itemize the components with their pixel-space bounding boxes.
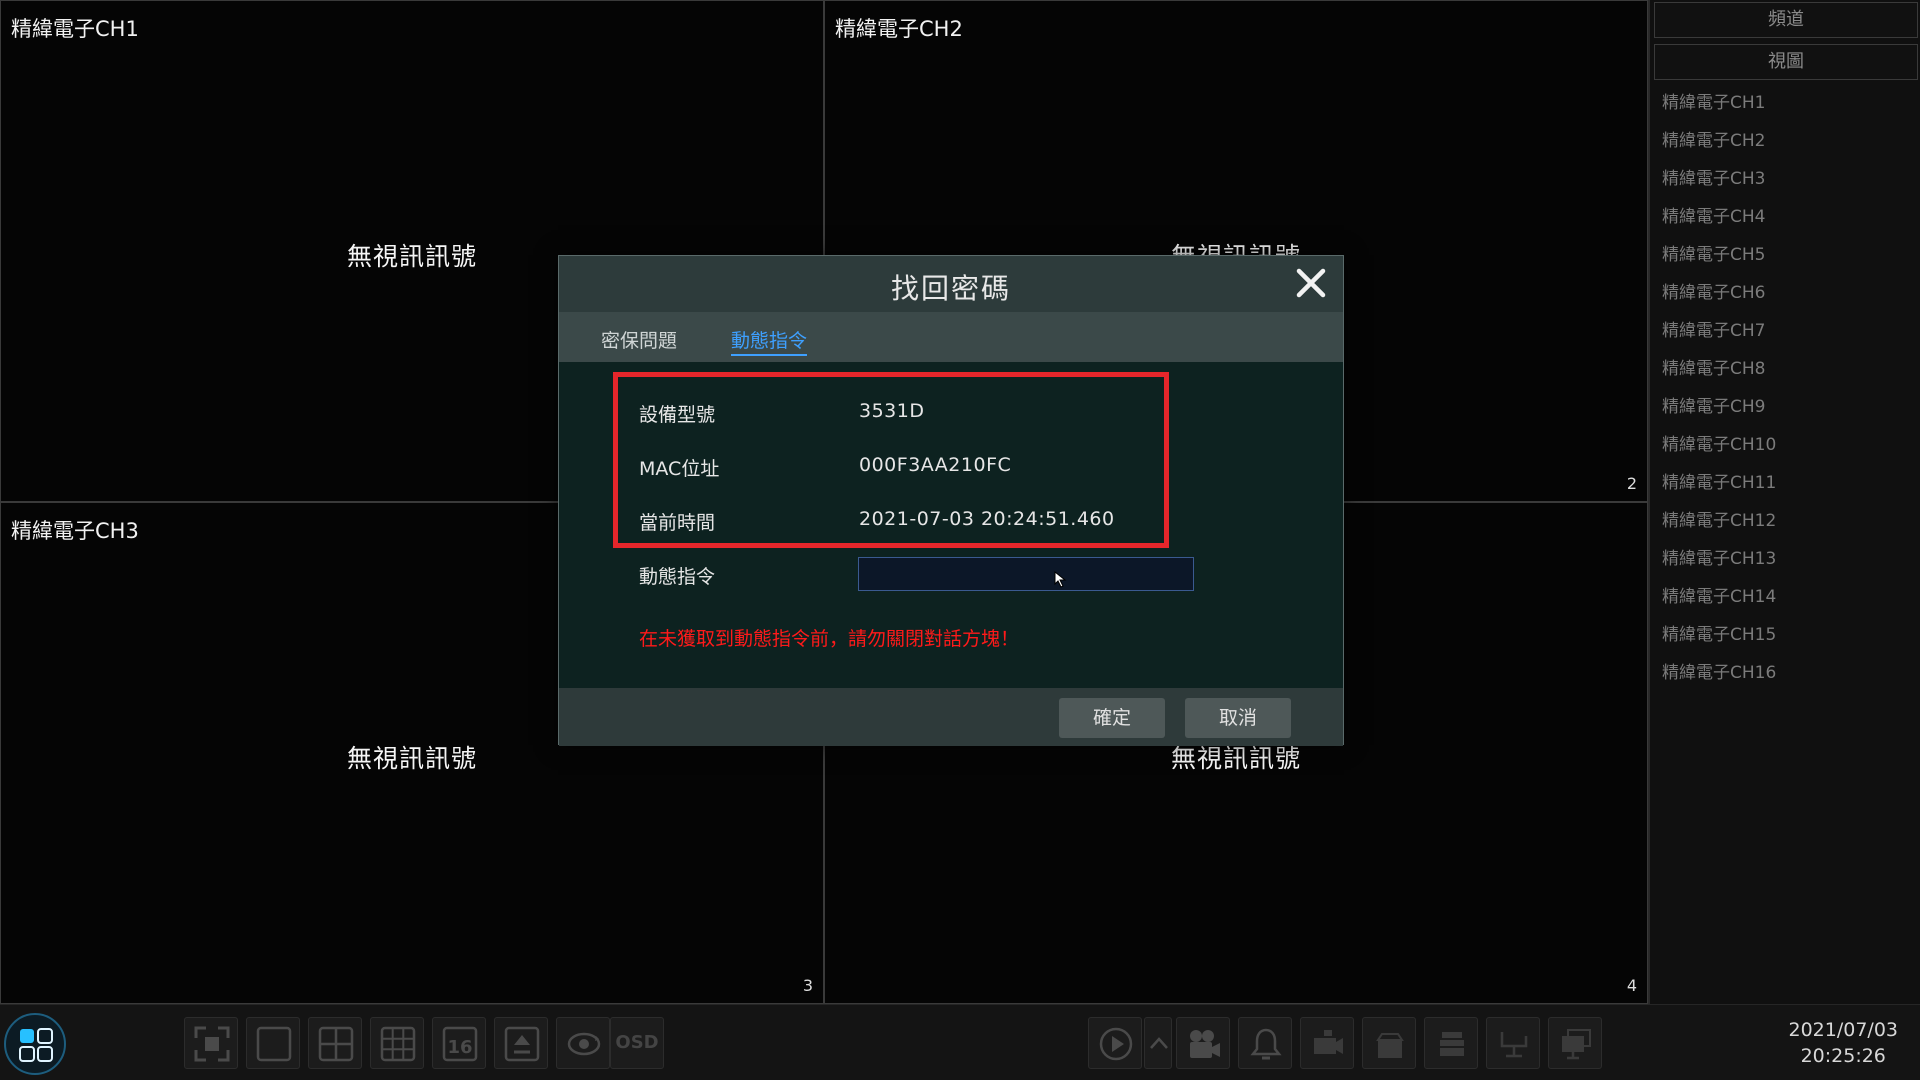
close-icon: [1296, 268, 1326, 298]
channel-list-item[interactable]: 精緯電子CH7: [1662, 316, 1776, 354]
backup-button[interactable]: [1424, 1017, 1478, 1069]
grid-menu-icon: [19, 1028, 53, 1062]
device-model-value: 3531D: [859, 400, 925, 422]
layout-16-button[interactable]: 16: [432, 1017, 486, 1069]
storage-icon: [1376, 1033, 1404, 1058]
dialog-title: 找回密碼: [890, 272, 1011, 305]
device-model-label: 設備型號: [639, 404, 716, 426]
channel-list-item[interactable]: 精緯電子CH6: [1662, 278, 1776, 316]
dialog-tabs: 密保問題 動態指令: [559, 312, 1343, 362]
playback-button[interactable]: [1088, 1017, 1142, 1069]
playback-options-button[interactable]: [1144, 1017, 1172, 1069]
channel-list-item[interactable]: 精緯電子CH15: [1662, 620, 1776, 658]
dialog-title-bar: 找回密碼: [559, 256, 1343, 312]
multi-screen-button[interactable]: [1548, 1017, 1602, 1069]
password-recovery-dialog: 找回密碼 密保問題 動態指令 設備型號 3531D MAC位址 000F3AA2…: [558, 255, 1344, 746]
dynamic-command-input[interactable]: [858, 557, 1194, 591]
channel-list-item[interactable]: 精緯電子CH4: [1662, 202, 1776, 240]
osd-label: OSD: [615, 1032, 659, 1053]
layout-9-button[interactable]: [370, 1017, 424, 1069]
storage-button[interactable]: [1362, 1017, 1416, 1069]
mac-address-label: MAC位址: [639, 458, 720, 480]
monitor-icon: [1562, 1029, 1591, 1060]
channel-list-item[interactable]: 精緯電子CH8: [1662, 354, 1776, 392]
channel-list-item[interactable]: 精緯電子CH10: [1662, 430, 1776, 468]
quad-view-icon: [318, 1026, 354, 1062]
system-clock: 2021/07/03 20:25:26: [1788, 1017, 1898, 1069]
channel-list-item[interactable]: 精緯電子CH5: [1662, 240, 1776, 278]
cell-number: 4: [1626, 976, 1637, 995]
rotate-view-icon: [567, 1032, 601, 1056]
channel-list-item[interactable]: 精緯電子CH3: [1662, 164, 1776, 202]
dialog-footer: 確定 取消: [559, 688, 1343, 746]
cell-number: 2: [1626, 474, 1637, 493]
clock-time: 20:25:26: [1800, 1045, 1886, 1067]
tab-security-question[interactable]: 密保問題: [601, 326, 677, 353]
channel-list-item[interactable]: 精緯電子CH1: [1662, 88, 1776, 126]
tab-dynamic-command[interactable]: 動態指令: [731, 326, 808, 356]
mouse-cursor-icon: [1054, 571, 1067, 588]
cruise-button[interactable]: [556, 1017, 610, 1069]
video-camera-icon: [1190, 1030, 1220, 1058]
layout-16-label: 16: [447, 1037, 472, 1058]
fullscreen-button[interactable]: [184, 1017, 238, 1069]
manual-record-button[interactable]: [1300, 1017, 1354, 1069]
layout-4-button[interactable]: [308, 1017, 362, 1069]
channel-list-item[interactable]: 精緯電子CH13: [1662, 544, 1776, 582]
sixteen-view-icon: 16: [442, 1026, 478, 1062]
cancel-button[interactable]: 取消: [1185, 698, 1291, 738]
record-button[interactable]: [1176, 1017, 1230, 1069]
channel-sidebar: 頻道 視圖 精緯電子CH1 精緯電子CH2 精緯電子CH3 精緯電子CH4 精緯…: [1648, 0, 1920, 1004]
current-time-value: 2021-07-03 20:24:51.460: [859, 508, 1115, 530]
network-button[interactable]: [1486, 1017, 1540, 1069]
clock-date: 2021/07/03: [1788, 1019, 1898, 1041]
channel-name: 精緯電子CH2: [835, 17, 963, 41]
dynamic-command-label: 動態指令: [639, 566, 716, 588]
channel-list-item[interactable]: 精緯電子CH9: [1662, 392, 1776, 430]
layout-1-button[interactable]: [246, 1017, 300, 1069]
disk-stack-icon: [1440, 1032, 1464, 1056]
channel-list: 精緯電子CH1 精緯電子CH2 精緯電子CH3 精緯電子CH4 精緯電子CH5 …: [1662, 88, 1776, 696]
chevron-up-icon: [1150, 1037, 1168, 1049]
warning-message: 在未獲取到動態指令前，請勿關閉對話方塊！: [639, 628, 1020, 650]
view-tab-button[interactable]: 視圖: [1654, 44, 1918, 80]
channel-list-item[interactable]: 精緯電子CH14: [1662, 582, 1776, 620]
confirm-button[interactable]: 確定: [1059, 698, 1165, 738]
osd-button[interactable]: OSD: [610, 1017, 664, 1069]
start-menu-button[interactable]: [4, 1013, 66, 1075]
current-time-label: 當前時間: [639, 512, 716, 534]
channel-tab-button[interactable]: 頻道: [1654, 2, 1918, 38]
sequence-button[interactable]: [494, 1017, 548, 1069]
channel-name: 精緯電子CH3: [11, 519, 139, 543]
channel-name: 精緯電子CH1: [11, 17, 139, 41]
alarm-bell-icon: [1250, 1028, 1282, 1060]
single-view-icon: [256, 1026, 292, 1062]
alarm-button[interactable]: [1238, 1017, 1292, 1069]
channel-list-item[interactable]: 精緯電子CH2: [1662, 126, 1776, 164]
mac-address-value: 000F3AA210FC: [859, 454, 1012, 476]
channel-list-item[interactable]: 精緯電子CH11: [1662, 468, 1776, 506]
network-icon: [1500, 1032, 1528, 1058]
bottom-toolbar: 16 OSD 2021/07/03 20:25:26: [0, 1004, 1920, 1080]
nine-view-icon: [380, 1026, 416, 1062]
cell-number: 3: [802, 976, 813, 995]
camera-record-icon: [1314, 1030, 1343, 1054]
play-icon: [1099, 1027, 1133, 1061]
channel-list-item[interactable]: 精緯電子CH12: [1662, 506, 1776, 544]
close-button[interactable]: [1293, 265, 1329, 301]
fullscreen-icon: [194, 1026, 230, 1062]
sequence-icon: [504, 1026, 540, 1062]
dialog-body: 設備型號 3531D MAC位址 000F3AA210FC 當前時間 2021-…: [559, 362, 1343, 688]
channel-list-item[interactable]: 精緯電子CH16: [1662, 658, 1776, 696]
